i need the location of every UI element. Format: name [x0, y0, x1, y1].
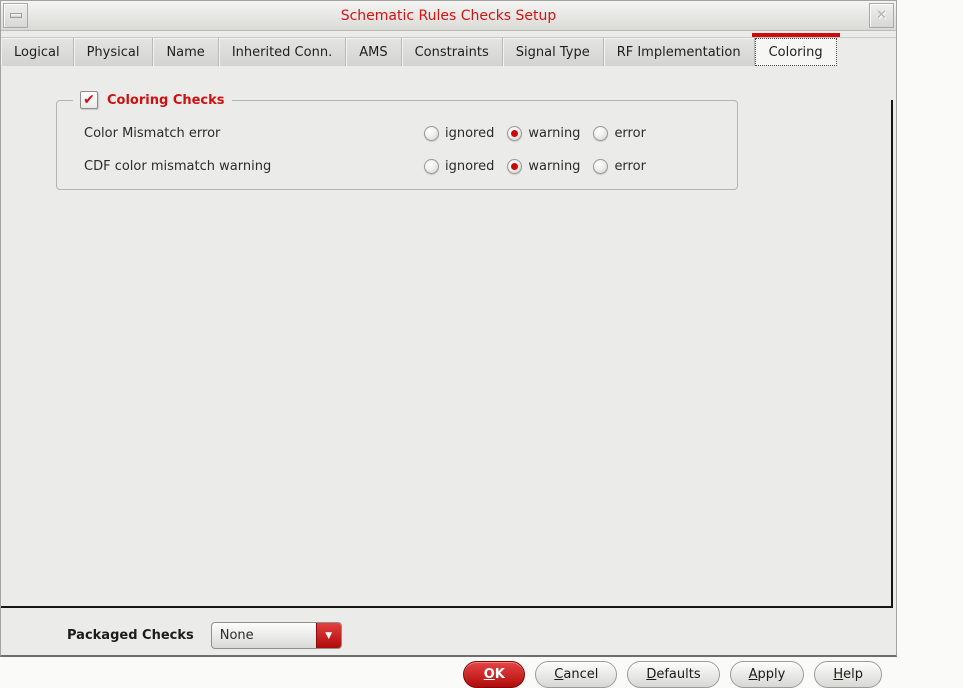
- coloring-checks-title: Coloring Checks: [107, 92, 225, 108]
- radio-selected-icon: [507, 159, 523, 174]
- tab-bar: Logical Physical Name Inherited Conn. AM…: [1, 33, 896, 66]
- tab-coloring[interactable]: Coloring: [751, 33, 840, 66]
- radio-icon: [593, 126, 609, 141]
- tab-ams[interactable]: AMS: [346, 38, 402, 66]
- tab-logical[interactable]: Logical: [1, 38, 74, 66]
- radio-option-warning[interactable]: warning: [507, 159, 580, 174]
- button-mnemonic: H: [833, 667, 844, 682]
- coloring-checks-legend: ✔ Coloring Checks: [73, 91, 232, 109]
- cancel-button[interactable]: Cancel: [535, 661, 618, 688]
- button-mnemonic: C: [554, 667, 564, 682]
- window-title: Schematic Rules Checks Setup: [340, 7, 557, 24]
- window-menu-button[interactable]: [3, 3, 28, 28]
- cdf-color-mismatch-radio-group: ignored warning error: [424, 159, 659, 174]
- tab-physical[interactable]: Physical: [73, 38, 154, 66]
- button-mnemonic: A: [748, 667, 758, 682]
- radio-label: error: [614, 159, 646, 174]
- coloring-tab-panel: ✔ Coloring Checks Color Mismatch error i…: [1, 91, 893, 608]
- button-label: elp: [843, 667, 863, 682]
- radio-option-error[interactable]: error: [593, 126, 646, 141]
- dropdown-selected-value: None: [219, 628, 254, 643]
- radio-option-ignored[interactable]: ignored: [424, 159, 494, 174]
- check-row-label: Color Mismatch error: [84, 126, 221, 141]
- button-label: efaults: [656, 667, 701, 682]
- packaged-checks-row: Packaged Checks None ▼: [67, 622, 896, 649]
- radio-selected-icon: [507, 126, 523, 141]
- tab-signal-type[interactable]: Signal Type: [502, 38, 604, 66]
- button-mnemonic: D: [646, 667, 657, 682]
- chevron-down-icon: ▼: [325, 630, 333, 641]
- radio-label: warning: [528, 159, 581, 174]
- dialog-button-row: OK Cancel Defaults Apply Help: [1, 661, 882, 688]
- tab-constraints[interactable]: Constraints: [401, 38, 503, 66]
- radio-icon: [424, 159, 439, 174]
- defaults-button[interactable]: Defaults: [627, 661, 720, 688]
- radio-label: error: [614, 126, 646, 141]
- radio-label: ignored: [445, 126, 495, 141]
- close-icon: ✕: [876, 8, 887, 23]
- radio-label: warning: [528, 126, 581, 141]
- minimize-icon: [9, 13, 22, 18]
- tab-inherited-conn[interactable]: Inherited Conn.: [218, 38, 347, 66]
- button-label: ancel: [563, 667, 599, 682]
- color-mismatch-error-row: Color Mismatch error ignored warning err…: [57, 125, 737, 142]
- packaged-checks-label: Packaged Checks: [67, 628, 194, 643]
- title-bar: Schematic Rules Checks Setup ✕: [1, 1, 896, 31]
- radio-icon: [424, 126, 439, 141]
- close-button[interactable]: ✕: [869, 3, 894, 28]
- coloring-checks-group: ✔ Coloring Checks Color Mismatch error i…: [56, 91, 738, 190]
- apply-button[interactable]: Apply: [729, 661, 805, 688]
- radio-icon: [593, 159, 609, 174]
- button-mnemonic: O: [483, 667, 495, 682]
- help-button[interactable]: Help: [814, 661, 882, 688]
- coloring-checks-checkbox[interactable]: ✔: [80, 91, 98, 109]
- tab-name[interactable]: Name: [153, 38, 219, 66]
- ok-button[interactable]: OK: [463, 661, 526, 688]
- radio-option-ignored[interactable]: ignored: [424, 126, 494, 141]
- dialog-window: Schematic Rules Checks Setup ✕ Logical P…: [0, 0, 897, 688]
- radio-option-warning[interactable]: warning: [507, 126, 580, 141]
- button-label: K: [494, 667, 505, 682]
- tab-rf-implementation[interactable]: RF Implementation: [603, 38, 755, 66]
- radio-option-error[interactable]: error: [593, 159, 646, 174]
- check-row-label: CDF color mismatch warning: [84, 159, 272, 174]
- color-mismatch-error-radio-group: ignored warning error: [424, 126, 659, 141]
- dropdown-button[interactable]: ▼: [315, 623, 341, 648]
- radio-label: ignored: [445, 159, 495, 174]
- check-icon: ✔: [83, 92, 95, 108]
- cdf-color-mismatch-warning-row: CDF color mismatch warning ignored warni…: [57, 158, 737, 175]
- button-label: pply: [757, 667, 786, 682]
- packaged-checks-dropdown[interactable]: None ▼: [210, 622, 342, 649]
